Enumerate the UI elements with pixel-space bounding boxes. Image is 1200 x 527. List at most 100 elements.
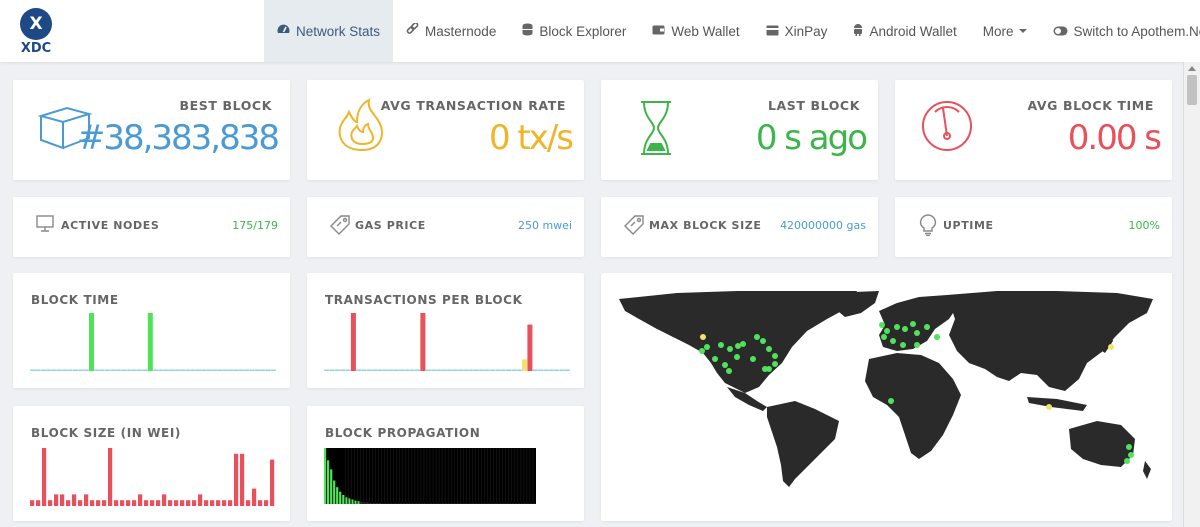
chart-bar xyxy=(94,369,100,371)
node-marker xyxy=(766,366,772,372)
chart-bar xyxy=(527,324,533,371)
chart-title: TRANSACTIONS PER BLOCK xyxy=(325,293,523,307)
world-map[interactable] xyxy=(617,289,1157,489)
nav-item-network-stats[interactable]: Network Stats xyxy=(264,0,394,62)
chart-bar xyxy=(46,369,52,371)
chart-bar xyxy=(120,500,125,506)
chart-bar xyxy=(238,369,244,371)
stat-label: GAS PRICE xyxy=(355,219,426,232)
chart-bar xyxy=(240,453,245,506)
nav-item-switch-network[interactable]: Switch to Apothem.Network xyxy=(1040,0,1200,62)
chart-bar xyxy=(260,369,266,371)
chart-bar xyxy=(484,369,490,371)
chart-bar xyxy=(516,369,522,371)
histogram-bar xyxy=(490,503,493,504)
chart-bar xyxy=(121,369,127,371)
histogram-bar xyxy=(466,503,469,504)
node-marker xyxy=(1126,444,1132,450)
histogram-bar xyxy=(381,503,384,504)
nav-item-web-wallet[interactable]: Web Wallet xyxy=(639,0,752,62)
logo-circle: X xyxy=(20,8,52,40)
histogram-bar xyxy=(523,503,527,504)
chart-bar xyxy=(356,369,362,371)
chart-bar xyxy=(399,369,404,371)
chart-bar xyxy=(147,313,153,371)
chart-bar xyxy=(158,369,164,371)
histogram-bar xyxy=(514,503,517,504)
node-marker xyxy=(900,342,906,348)
max-block-size-card: MAX BLOCK SIZE 420000000 gas xyxy=(601,197,878,257)
histogram-bar xyxy=(330,469,333,504)
node-marker xyxy=(902,326,908,332)
toggle-icon xyxy=(1053,24,1068,39)
nav-item-more[interactable]: More xyxy=(970,0,1040,62)
histogram-bar xyxy=(533,503,536,504)
node-marker xyxy=(890,338,896,344)
node-marker xyxy=(881,334,887,340)
xdc-logo[interactable]: X XDC xyxy=(18,8,54,56)
last-block-card: LAST BLOCK 0 s ago xyxy=(601,80,878,180)
histogram-bar xyxy=(472,503,475,504)
chart-bar xyxy=(270,459,275,506)
histogram-bar xyxy=(336,487,339,504)
chart-bar xyxy=(179,369,185,371)
chart-bar xyxy=(126,369,132,371)
chart-bar xyxy=(457,369,463,371)
histogram-bar xyxy=(357,501,360,504)
chart-bar xyxy=(367,369,372,371)
chart-bar xyxy=(42,448,47,506)
chart-bar xyxy=(463,369,469,371)
node-map-card xyxy=(601,273,1172,521)
chart-bar xyxy=(142,369,148,371)
histogram-bar xyxy=(517,503,520,504)
block-time-chart xyxy=(30,313,276,371)
stat-value: 0.00 s xyxy=(1067,118,1162,158)
chart-bar xyxy=(180,500,185,506)
node-marker xyxy=(1124,458,1130,464)
chart-title: BLOCK TIME xyxy=(31,293,119,307)
histogram-bar xyxy=(417,503,421,504)
nav-item-masternode[interactable]: Masternode xyxy=(393,0,509,62)
chart-bar xyxy=(468,369,474,371)
histogram-bar xyxy=(390,503,393,504)
chart-bar xyxy=(222,500,227,506)
chart-bar xyxy=(169,369,175,371)
chart-bar xyxy=(340,369,346,371)
nav-item-xinpay[interactable]: XinPay xyxy=(753,0,841,62)
chart-bar xyxy=(48,500,53,506)
chart-bar xyxy=(204,500,209,506)
nav-label: Masternode xyxy=(425,23,497,39)
chart-bar xyxy=(522,359,527,371)
uptime-card: UPTIME 100% xyxy=(895,197,1172,257)
chart-bar xyxy=(78,500,83,506)
chart-bar xyxy=(388,369,394,371)
node-marker xyxy=(750,356,756,362)
chart-bar xyxy=(196,369,201,371)
histogram-bar xyxy=(478,503,481,504)
chart-bar xyxy=(452,369,458,371)
page-scrollbar[interactable] xyxy=(1183,62,1200,527)
chart-bar xyxy=(62,369,68,371)
chart-bar xyxy=(190,369,196,371)
node-marker xyxy=(726,368,732,374)
node-marker xyxy=(754,334,760,340)
scroll-up-arrow-icon[interactable] xyxy=(1188,66,1196,71)
scroll-thumb[interactable] xyxy=(1187,75,1197,105)
node-marker xyxy=(884,328,890,334)
histogram-bar xyxy=(457,503,460,504)
chart-bar xyxy=(233,369,239,371)
nav-item-android-wallet[interactable]: Android Wallet xyxy=(840,0,969,62)
link-icon xyxy=(406,22,419,39)
histogram-bar xyxy=(493,503,496,504)
chart-bar xyxy=(108,448,113,506)
histogram-bar xyxy=(366,502,369,504)
histogram-bar xyxy=(433,503,436,504)
histogram-bar xyxy=(369,502,372,504)
nav-item-block-explorer[interactable]: Block Explorer xyxy=(509,0,639,62)
node-marker xyxy=(766,346,772,352)
chart-bar xyxy=(383,369,388,371)
chart-bar xyxy=(334,369,340,371)
chart-bar xyxy=(564,369,570,371)
node-marker xyxy=(879,322,885,328)
tx-per-block-chart xyxy=(324,313,570,371)
